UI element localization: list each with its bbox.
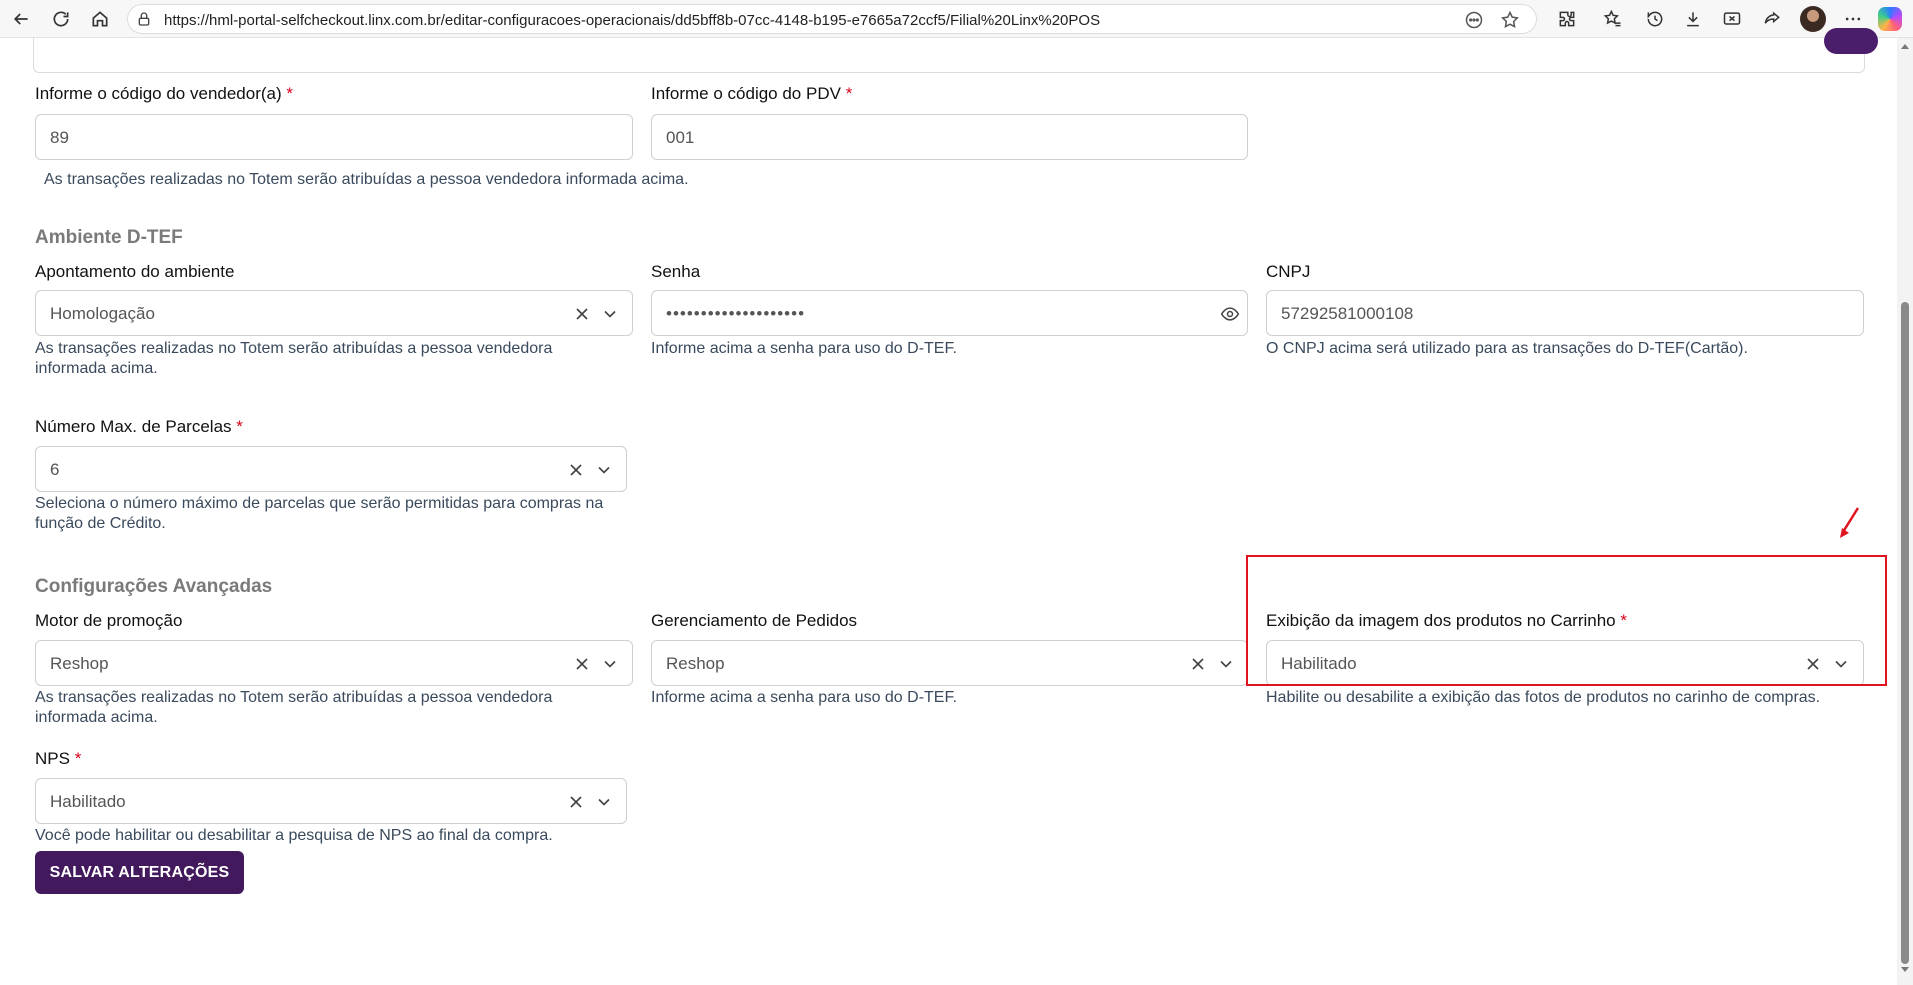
extensions-icon[interactable] (1556, 8, 1578, 30)
pdv-code-value: 001 (666, 128, 695, 147)
order-management-value: Reshop (666, 654, 725, 673)
pdv-code-input[interactable]: 001 (651, 114, 1248, 160)
section-title-advanced: Configurações Avançadas (35, 576, 273, 597)
required-mark: * (74, 749, 82, 768)
screenshot-icon[interactable] (1721, 8, 1743, 30)
password-label: Senha (651, 262, 701, 281)
home-icon[interactable] (87, 6, 113, 32)
favorite-star-icon[interactable] (1500, 10, 1520, 30)
chevron-down-icon[interactable] (600, 304, 620, 324)
nps-help: Você pode habilitar ou desabilitar a pes… (35, 827, 553, 844)
chevron-down-icon[interactable] (600, 654, 620, 674)
previous-card (33, 28, 1878, 73)
section-title-dtef: Ambiente D-TEF (35, 227, 183, 248)
pdv-code-label: Informe o código do PDV * (651, 84, 852, 104)
scrollbar[interactable] (1897, 38, 1913, 985)
clear-icon[interactable] (566, 792, 586, 812)
more-dots-circle-icon[interactable] (1464, 10, 1484, 30)
password-value: •••••••••••••••••••• (666, 304, 806, 323)
cnpj-help: O CNPJ acima será utilizado para as tran… (1266, 340, 1748, 357)
red-arrow-icon (1840, 507, 1860, 538)
save-changes-button[interactable]: SALVAR ALTERAÇÕES (35, 851, 244, 894)
promotion-engine-value: Reshop (50, 654, 109, 673)
nps-label-text: NPS (35, 749, 70, 768)
browser-toolbar: https://hml-portal-selfcheckout.linx.com… (0, 0, 1913, 38)
refresh-icon[interactable] (48, 6, 74, 32)
address-bar[interactable]: https://hml-portal-selfcheckout.linx.com… (127, 4, 1537, 34)
chevron-down-icon[interactable] (594, 792, 614, 812)
clear-icon[interactable] (572, 304, 592, 324)
environment-label: Apontamento do ambiente (35, 262, 235, 281)
nps-label: NPS * (35, 749, 81, 769)
clear-icon[interactable] (572, 654, 592, 674)
promotion-engine-select[interactable]: Reshop (35, 640, 633, 686)
settings-more-icon[interactable] (1842, 8, 1864, 30)
vendor-code-value: 89 (50, 128, 69, 147)
share-icon[interactable] (1761, 8, 1783, 30)
downloads-icon[interactable] (1682, 8, 1704, 30)
environment-value: Homologação (50, 304, 155, 323)
page-content: Informe o código do vendedor(a) * 89 As … (0, 28, 1897, 985)
favorites-icon[interactable] (1602, 8, 1624, 30)
password-input[interactable]: •••••••••••••••••••• (651, 290, 1248, 336)
highlight-box (1246, 555, 1887, 686)
scrollbar-thumb[interactable] (1901, 302, 1909, 964)
scroll-up-icon[interactable] (1900, 42, 1910, 50)
cnpj-label: CNPJ (1266, 262, 1311, 281)
promotion-engine-label: Motor de promoção (35, 611, 183, 630)
show-password-eye-icon[interactable] (1220, 304, 1240, 324)
cnpj-value: 57292581000108 (1281, 304, 1414, 323)
cart-image-help: Habilite ou desabilite a exibição das fo… (1266, 689, 1821, 706)
order-management-label: Gerenciamento de Pedidos (651, 611, 858, 630)
url-text[interactable]: https://hml-portal-selfcheckout.linx.com… (164, 12, 1100, 29)
environment-help: As transações realizadas no Totem serão … (35, 340, 553, 377)
required-mark: * (845, 84, 853, 103)
password-help: Informe acima a senha para uso do D-TEF. (651, 340, 957, 357)
clear-icon[interactable] (1188, 654, 1208, 674)
chevron-down-icon[interactable] (594, 460, 614, 480)
installments-help: Seleciona o número máximo de parcelas qu… (35, 495, 604, 532)
vendor-code-help: As transações realizadas no Totem serão … (44, 171, 689, 188)
nps-value: Habilitado (50, 792, 126, 811)
pdv-code-label-text: Informe o código do PDV (651, 84, 841, 103)
nps-select[interactable]: Habilitado (35, 778, 627, 824)
back-icon[interactable] (8, 6, 34, 32)
copilot-icon[interactable] (1878, 7, 1902, 31)
vendor-code-input[interactable]: 89 (35, 114, 633, 160)
environment-select[interactable]: Homologação (35, 290, 633, 336)
required-mark: * (286, 84, 294, 103)
clear-icon[interactable] (566, 460, 586, 480)
cnpj-input[interactable]: 57292581000108 (1266, 290, 1864, 336)
chevron-down-icon[interactable] (1216, 654, 1236, 674)
required-mark: * (236, 417, 243, 436)
installments-label: Número Max. de Parcelas * (35, 417, 243, 437)
promotion-engine-help: As transações realizadas no Totem serão … (35, 689, 553, 726)
scroll-down-icon[interactable] (1900, 966, 1910, 974)
installments-select[interactable]: 6 (35, 446, 627, 492)
order-management-select[interactable]: Reshop (651, 640, 1248, 686)
profile-avatar[interactable] (1800, 6, 1826, 32)
installments-value: 6 (50, 460, 60, 479)
vendor-code-label: Informe o código do vendedor(a) * (35, 84, 293, 104)
toggle-switch[interactable] (1824, 28, 1878, 54)
history-icon[interactable] (1644, 8, 1666, 30)
vendor-code-label-text: Informe o código do vendedor(a) (35, 84, 282, 103)
order-management-help: Informe acima a senha para uso do D-TEF. (651, 689, 957, 706)
lock-icon[interactable] (136, 11, 152, 27)
installments-label-text: Número Max. de Parcelas (35, 417, 232, 436)
